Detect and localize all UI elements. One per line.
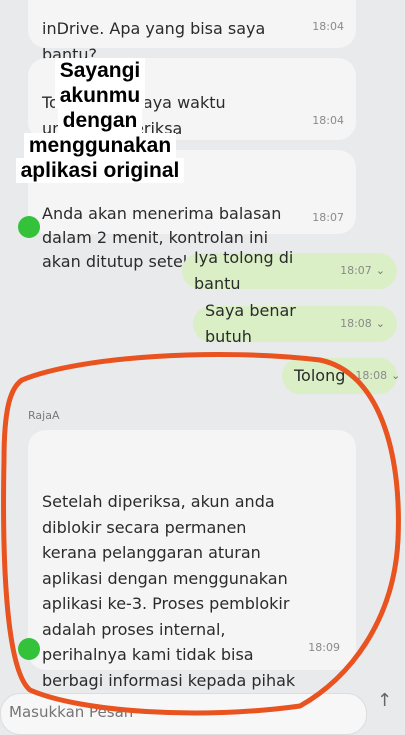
outgoing-message: Saya benar butuh 18:08 ⌄ [193, 301, 397, 346]
message-time: 18:04 [312, 20, 344, 33]
message-text: Tolong [294, 366, 346, 385]
caption-line: menggunakan [23, 133, 177, 158]
message-text: Iya tolong di bantu [194, 248, 294, 293]
outgoing-message: Iya tolong di bantu 18:07 ⌄ [182, 248, 397, 293]
message-text: Setelah diperiksa, akun anda diblokir se… [42, 492, 296, 715]
send-icon[interactable]: ↑ [377, 690, 392, 711]
chevron-down-icon: ⌄ [391, 369, 401, 382]
message-input-bar[interactable] [0, 693, 367, 735]
message-time: 18:09 [308, 640, 340, 654]
chat-view: inDrive. Apa yang bisa saya bantu? 18:04… [0, 0, 405, 735]
caption-line: akunmu [54, 83, 146, 108]
message-text: Saya benar butuh [205, 301, 296, 346]
chevron-down-icon: ⌄ [375, 264, 385, 277]
message-input[interactable] [7, 702, 311, 722]
message-time: 18:08 [340, 317, 372, 330]
message-time: 18:04 [312, 114, 344, 127]
sender-name: RajaA [28, 409, 60, 422]
incoming-message: inDrive. Apa yang bisa saya bantu? 18:04 [28, 0, 356, 64]
overlay-caption: Sayangi akunmu dengan menggunakan aplika… [0, 58, 200, 183]
caption-line: aplikasi original [15, 158, 185, 183]
message-time: 18:08 [355, 369, 388, 382]
message-time: 18:07 [340, 264, 372, 277]
chevron-down-icon: ⌄ [375, 317, 385, 330]
caption-line: Sayangi [54, 58, 146, 83]
caption-line: dengan [57, 108, 143, 133]
avatar [18, 638, 40, 660]
incoming-message: Setelah diperiksa, akun anda diblokir se… [18, 430, 356, 715]
avatar [18, 216, 40, 238]
message-time: 18:07 [312, 211, 344, 224]
outgoing-message: Tolong 18:08 ⌄ [282, 358, 401, 394]
